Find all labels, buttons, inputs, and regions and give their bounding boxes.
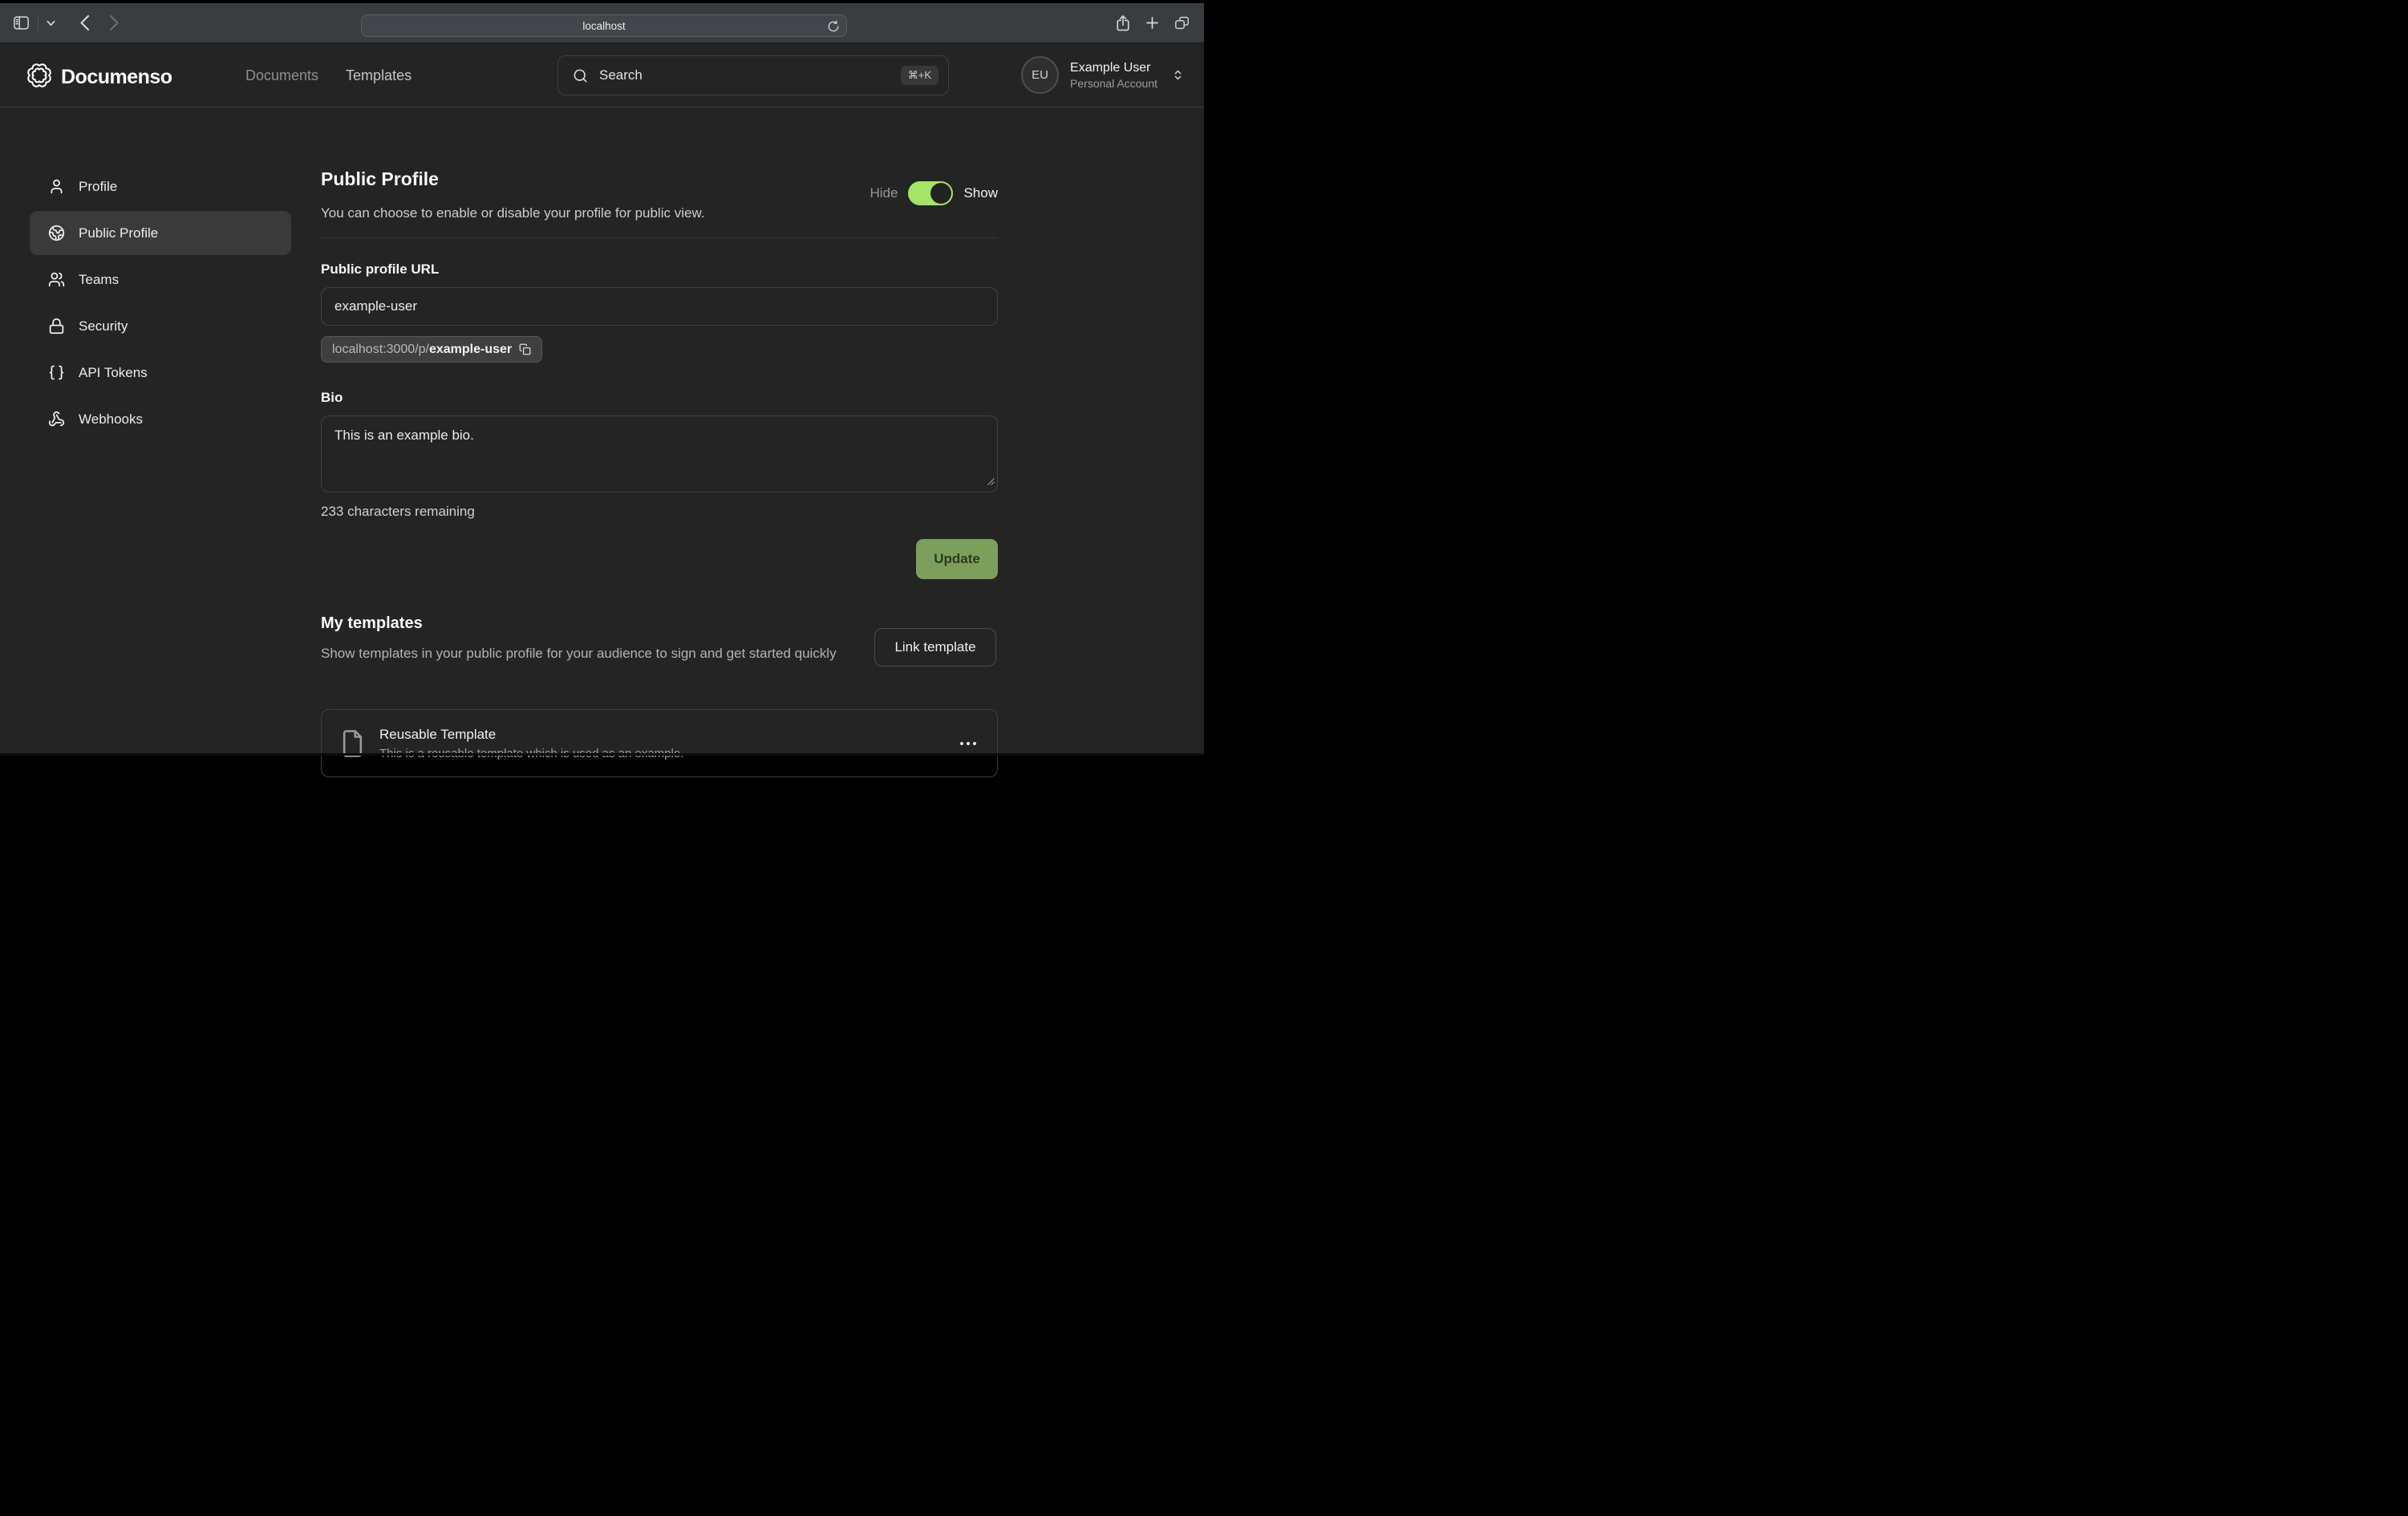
sidebar-item-teams[interactable]: Teams <box>30 257 291 302</box>
update-button[interactable]: Update <box>916 539 998 579</box>
my-templates-description: Show templates in your public profile fo… <box>321 643 878 664</box>
sidebar-item-label: Security <box>79 318 128 334</box>
address-bar-url: localhost <box>582 20 625 32</box>
my-templates-heading: My templates <box>321 614 423 633</box>
user-account-type: Personal Account <box>1070 77 1157 90</box>
section-divider <box>321 237 998 238</box>
reload-icon[interactable] <box>828 20 839 33</box>
brand-name: Documenso <box>61 66 172 89</box>
sidebar-chevron-down-icon[interactable] <box>47 20 55 26</box>
profile-url-slug: example-user <box>429 343 512 357</box>
sidebar-item-label: Profile <box>79 179 117 195</box>
app-window: Documenso Documents Templates Search ⌘+K… <box>0 43 1204 756</box>
back-button-icon[interactable] <box>79 14 90 31</box>
user-name: Example User <box>1070 61 1157 75</box>
forward-button-icon[interactable] <box>109 14 120 31</box>
sidebar-item-api-tokens[interactable]: API Tokens <box>30 351 291 395</box>
browser-toolbar: localhost <box>0 3 1204 43</box>
sidebar-item-label: Teams <box>79 272 119 288</box>
bio-char-counter: 233 characters remaining <box>321 504 475 520</box>
user-icon <box>48 178 65 195</box>
template-row[interactable]: Reusable Template This is a reusable tem… <box>321 709 998 777</box>
chevrons-up-down-icon <box>1172 69 1184 81</box>
toggle-hide-label: Hide <box>870 185 898 201</box>
sidebar-item-label: Public Profile <box>79 225 158 241</box>
profile-url-label: Public profile URL <box>321 261 439 278</box>
nav-documents[interactable]: Documents <box>245 67 318 84</box>
user-menu[interactable]: EU Example User Personal Account <box>1021 56 1184 94</box>
resize-grip[interactable] <box>987 476 995 490</box>
profile-visibility-toggle[interactable] <box>908 181 953 205</box>
profile-url-input[interactable] <box>321 287 998 326</box>
profile-url-prefix: localhost:3000/p/ <box>332 343 429 357</box>
webhook-icon <box>48 411 65 428</box>
profile-visibility-toggle-row: Hide Show <box>870 181 999 205</box>
braces-icon <box>48 364 65 381</box>
avatar: EU <box>1021 56 1059 94</box>
share-icon[interactable] <box>1116 14 1130 32</box>
users-icon <box>48 271 65 288</box>
profile-url-preview[interactable]: localhost:3000/p/ example-user <box>321 336 542 363</box>
sidebar-item-profile[interactable]: Profile <box>30 164 291 209</box>
globe-icon <box>48 225 65 241</box>
sidebar-item-webhooks[interactable]: Webhooks <box>30 397 291 441</box>
new-tab-icon[interactable] <box>1145 16 1159 30</box>
window-bottom-edge <box>0 753 1204 756</box>
sidebar-toggle-icon[interactable] <box>13 15 30 30</box>
sidebar-item-security[interactable]: Security <box>30 304 291 348</box>
sidebar-item-public-profile[interactable]: Public Profile <box>30 211 291 255</box>
settings-sidebar: Profile Public Profile Teams Security <box>30 164 291 441</box>
documenso-logo-icon <box>26 63 52 92</box>
link-template-button[interactable]: Link template <box>874 628 996 667</box>
toggle-show-label: Show <box>963 185 998 201</box>
bio-textarea[interactable]: This is an example bio. <box>321 415 998 492</box>
brand[interactable]: Documenso <box>26 63 172 92</box>
page-title: Public Profile <box>321 168 439 190</box>
bio-label: Bio <box>321 390 343 406</box>
template-title: Reusable Template <box>379 727 946 743</box>
address-bar[interactable]: localhost <box>361 14 847 37</box>
copy-icon[interactable] <box>519 343 531 355</box>
tab-overview-icon[interactable] <box>1174 16 1190 30</box>
sidebar-item-label: Webhooks <box>79 411 143 428</box>
main-content: Public Profile Hide Show You can choose … <box>321 43 998 756</box>
lock-icon <box>48 318 65 334</box>
toggle-knob <box>930 183 951 204</box>
sidebar-item-label: API Tokens <box>79 365 148 381</box>
screen: localhost <box>0 0 1204 758</box>
ellipsis-menu-icon[interactable] <box>960 742 976 745</box>
toolbar-separator <box>38 16 39 30</box>
page-subtitle: You can choose to enable or disable your… <box>321 205 705 221</box>
